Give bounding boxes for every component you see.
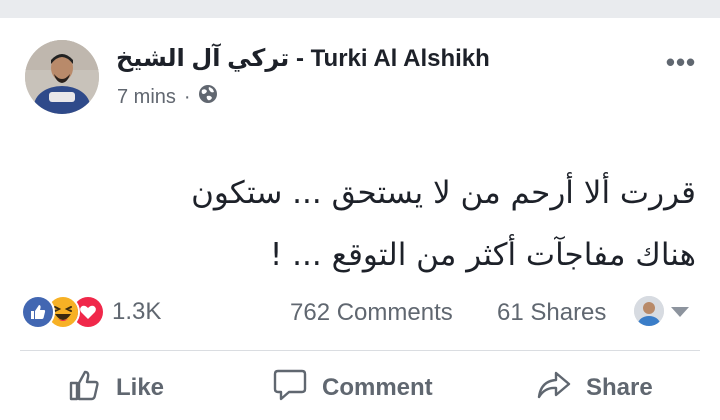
avatar-photo [25, 40, 99, 114]
comment-bubble-icon [272, 368, 322, 409]
globe-icon [198, 84, 218, 110]
share-button[interactable]: Share [536, 368, 653, 408]
post-author-name[interactable]: تركي آل الشيخ - Turki Al Alshikh [116, 44, 490, 73]
share-arrow-icon [536, 369, 586, 408]
chevron-down-icon[interactable] [671, 307, 689, 317]
feed-background-strip [0, 0, 720, 18]
divider [20, 350, 700, 351]
post-timestamp[interactable]: 7 mins [117, 86, 176, 109]
thumbs-up-icon [68, 368, 116, 409]
like-reaction-icon [21, 295, 55, 329]
share-button-label: Share [586, 374, 653, 401]
viewer-avatar[interactable] [634, 296, 664, 326]
reactions-count[interactable]: 1.3K [112, 298, 161, 326]
like-button[interactable]: Like [68, 368, 164, 408]
comment-button[interactable]: Comment [272, 368, 433, 408]
post-meta: 7 mins · [117, 84, 218, 110]
reactions-summary[interactable]: 1.3K [21, 295, 161, 329]
avatar[interactable] [25, 40, 99, 114]
post-text-line: قررت ألا أرحم من لا يستحق ... ستكون [191, 175, 696, 211]
shares-count-link[interactable]: 61 Shares [497, 299, 606, 327]
post-text-line: هناك مفاجآت أكثر من التوقع ... ! [269, 237, 696, 273]
like-button-label: Like [116, 374, 165, 401]
comments-count-link[interactable]: 762 Comments [290, 299, 453, 327]
more-options-button[interactable]: ••• [662, 47, 700, 77]
meta-separator: · [183, 85, 191, 108]
post-text: قررت ألا أرحم من لا يستحق ... ستكون هناك… [40, 162, 696, 286]
comment-button-label: Comment [322, 374, 433, 401]
